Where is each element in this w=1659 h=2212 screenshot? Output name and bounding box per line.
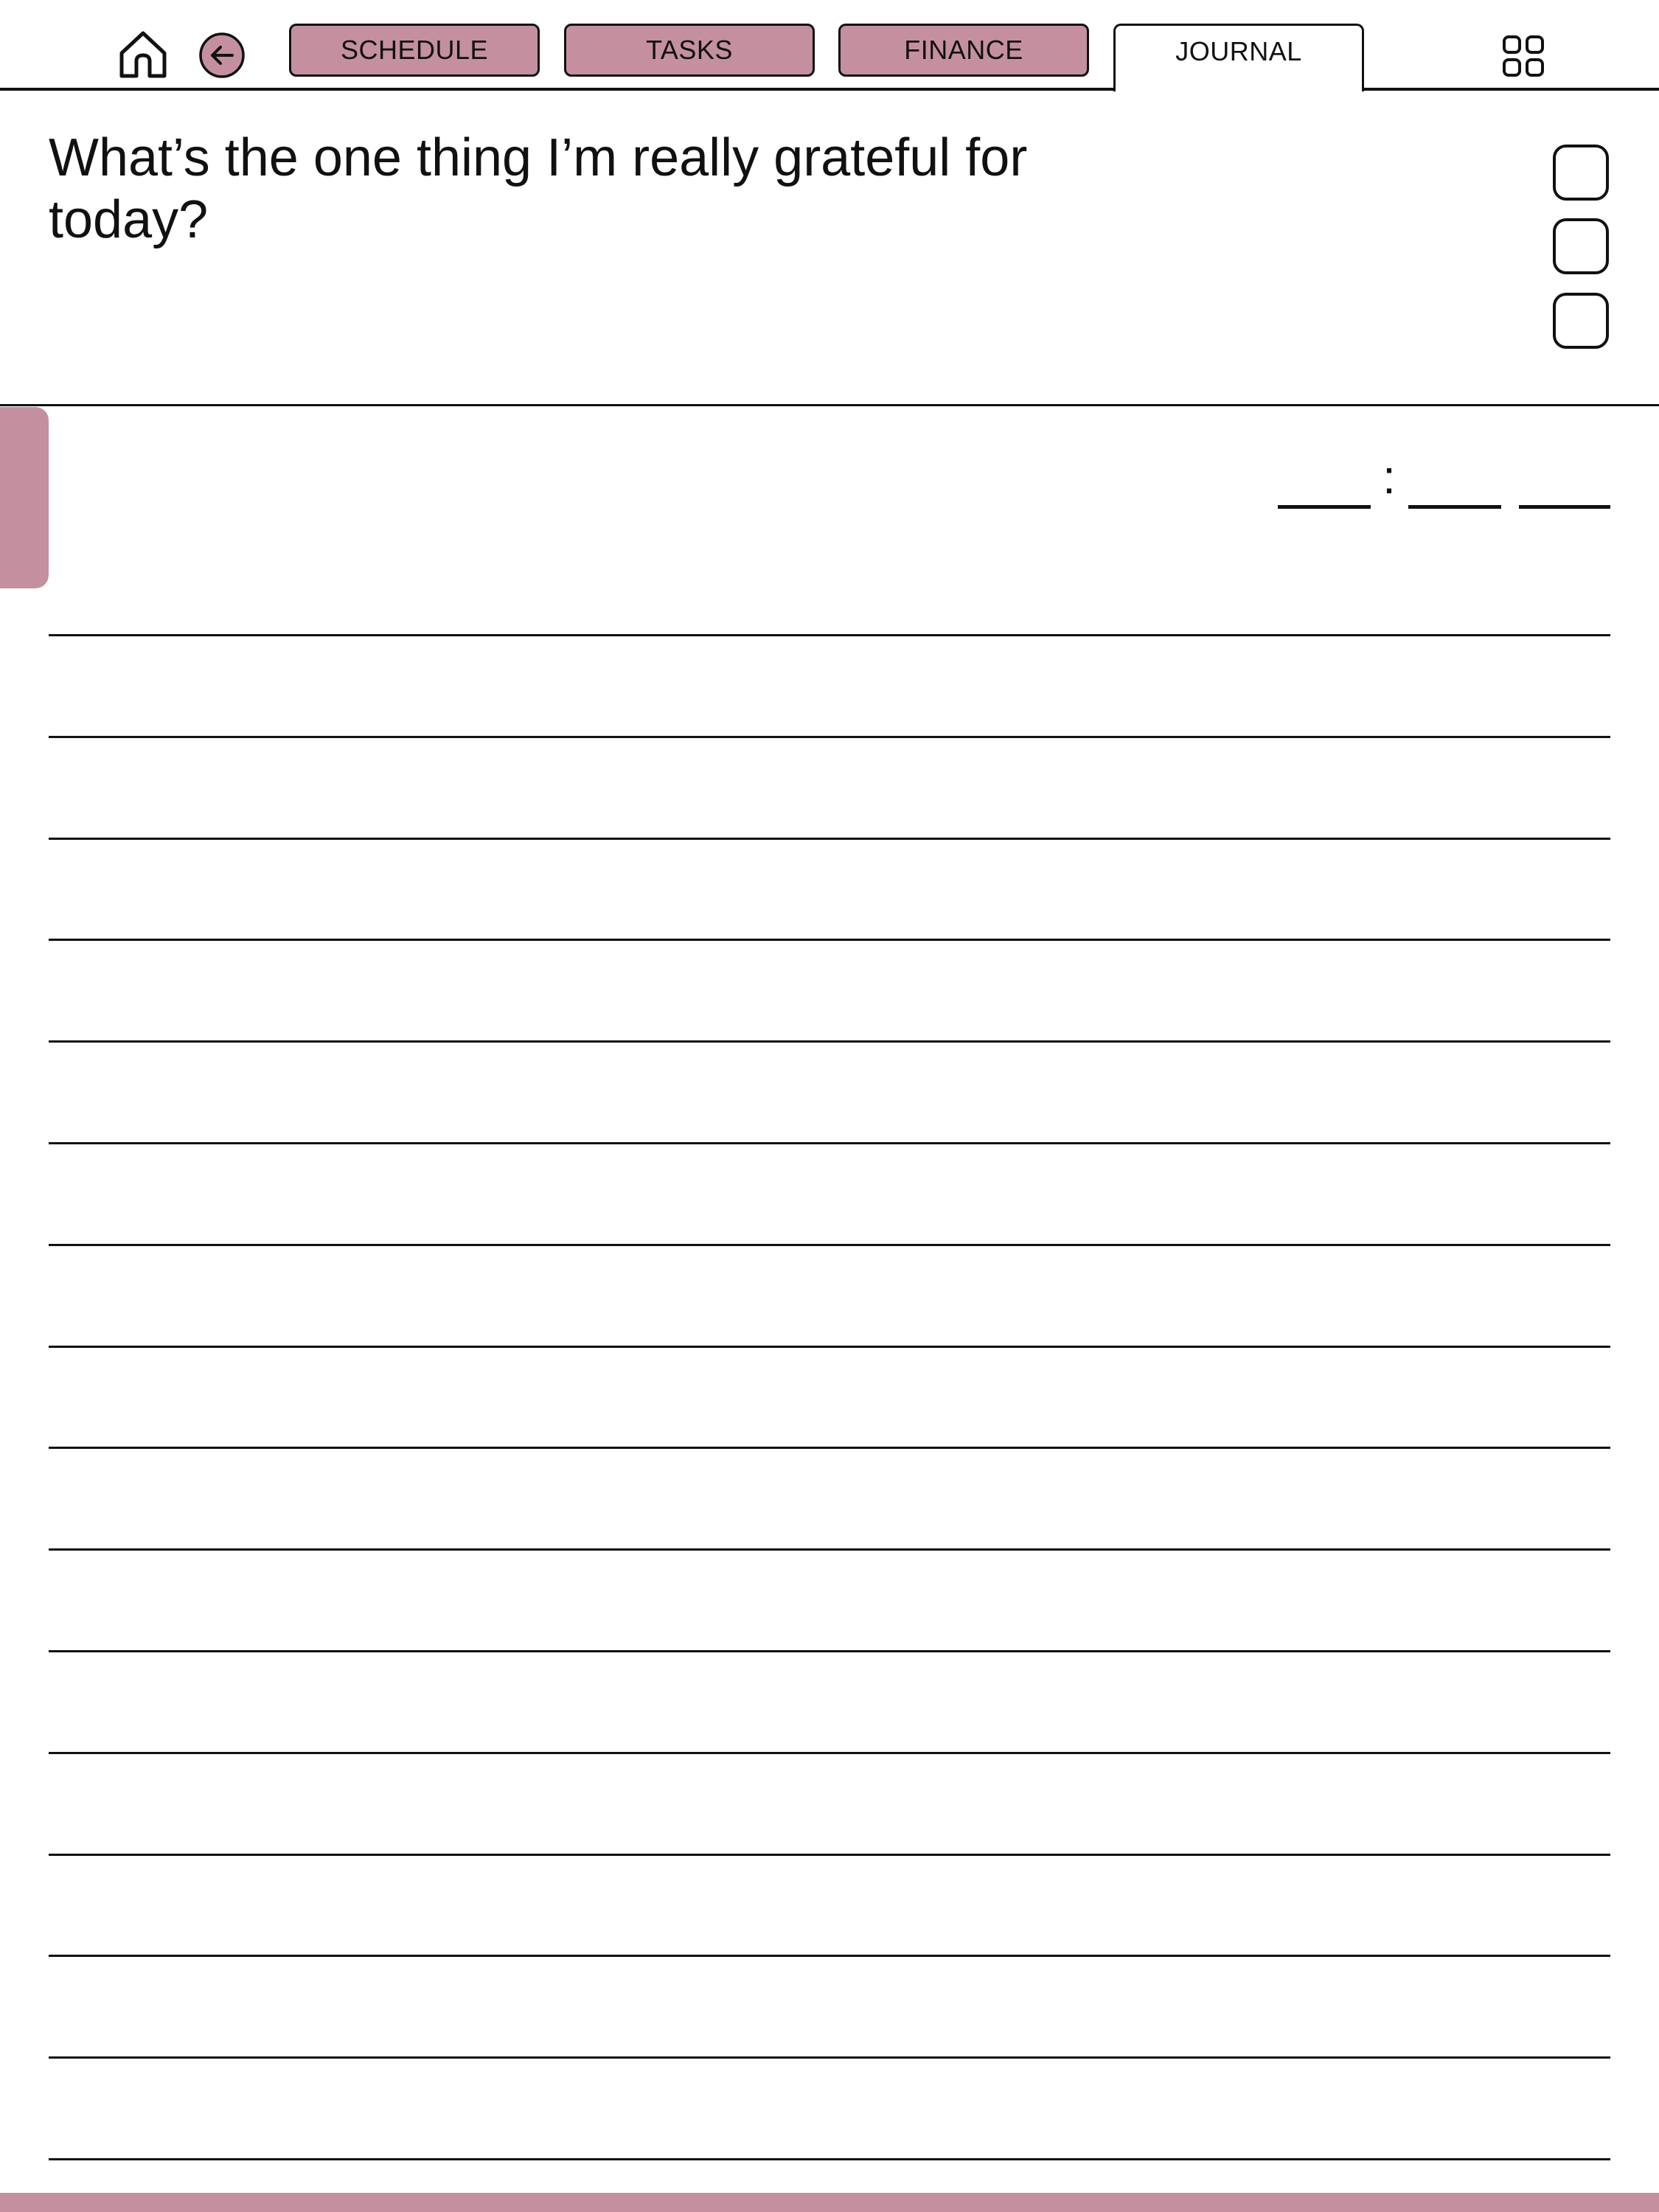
home-button[interactable] bbox=[115, 27, 171, 83]
grid-menu-button[interactable] bbox=[1497, 29, 1550, 83]
checkbox-3[interactable] bbox=[1553, 293, 1609, 349]
checkbox-2[interactable] bbox=[1553, 218, 1609, 274]
journal-prompt: What’s the one thing I’m really grateful… bbox=[49, 128, 1028, 249]
time-hours-field[interactable] bbox=[1278, 459, 1371, 509]
side-page-tab[interactable] bbox=[0, 407, 49, 588]
tab-finance[interactable]: FINANCE bbox=[838, 24, 1089, 77]
grid-four-icon bbox=[1503, 35, 1544, 77]
journal-writing-area[interactable] bbox=[49, 590, 1610, 2160]
tab-journal[interactable]: JOURNAL bbox=[1113, 24, 1364, 91]
arrow-left-circle-icon bbox=[199, 32, 245, 78]
back-button[interactable] bbox=[198, 31, 246, 80]
tab-schedule[interactable]: SCHEDULE bbox=[289, 24, 540, 77]
home-icon bbox=[119, 31, 167, 78]
nav-divider bbox=[0, 88, 1659, 91]
checkbox-1[interactable] bbox=[1553, 145, 1609, 201]
tab-tasks[interactable]: TASKS bbox=[564, 24, 815, 77]
section-divider bbox=[0, 404, 1659, 406]
time-minutes-field[interactable] bbox=[1408, 459, 1501, 509]
time-separator: : bbox=[1382, 451, 1396, 504]
time-period-field[interactable] bbox=[1519, 459, 1610, 509]
bottom-accent-bar bbox=[0, 2193, 1659, 2212]
top-nav-bar: SCHEDULE TASKS FINANCE JOURNAL bbox=[0, 0, 1659, 91]
